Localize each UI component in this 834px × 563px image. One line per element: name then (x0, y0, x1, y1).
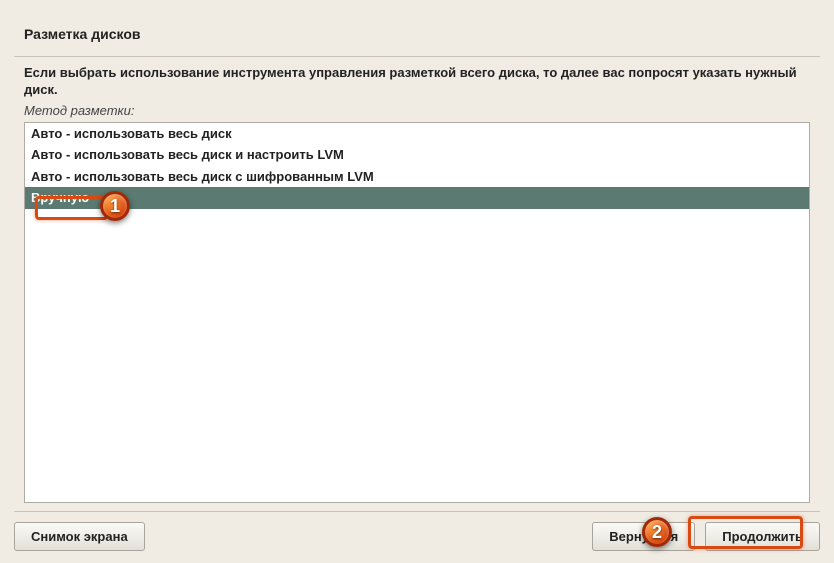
option-manual[interactable]: Вручную (25, 187, 809, 209)
option-auto-lvm[interactable]: Авто - использовать весь диск и настроит… (25, 144, 809, 166)
continue-button[interactable]: Продолжить (705, 522, 820, 551)
option-auto-encrypted-lvm[interactable]: Авто - использовать весь диск с шифрован… (25, 166, 809, 188)
method-label: Метод разметки: (24, 103, 810, 118)
right-button-group: Вернуться Продолжить (592, 522, 820, 551)
window-title: Разметка дисков (14, 18, 820, 56)
screenshot-button[interactable]: Снимок экрана (14, 522, 145, 551)
annotation-badge-2: 2 (642, 517, 672, 547)
installer-window: Разметка дисков Если выбрать использован… (14, 18, 820, 551)
button-bar: Снимок экрана Вернуться Продолжить (14, 512, 820, 551)
content-panel: Если выбрать использование инструмента у… (14, 56, 820, 512)
option-auto-whole-disk[interactable]: Авто - использовать весь диск (25, 123, 809, 145)
annotation-badge-1: 1 (100, 191, 130, 221)
instruction-text: Если выбрать использование инструмента у… (24, 65, 810, 99)
partitioning-method-listbox[interactable]: Авто - использовать весь диск Авто - исп… (24, 122, 810, 503)
